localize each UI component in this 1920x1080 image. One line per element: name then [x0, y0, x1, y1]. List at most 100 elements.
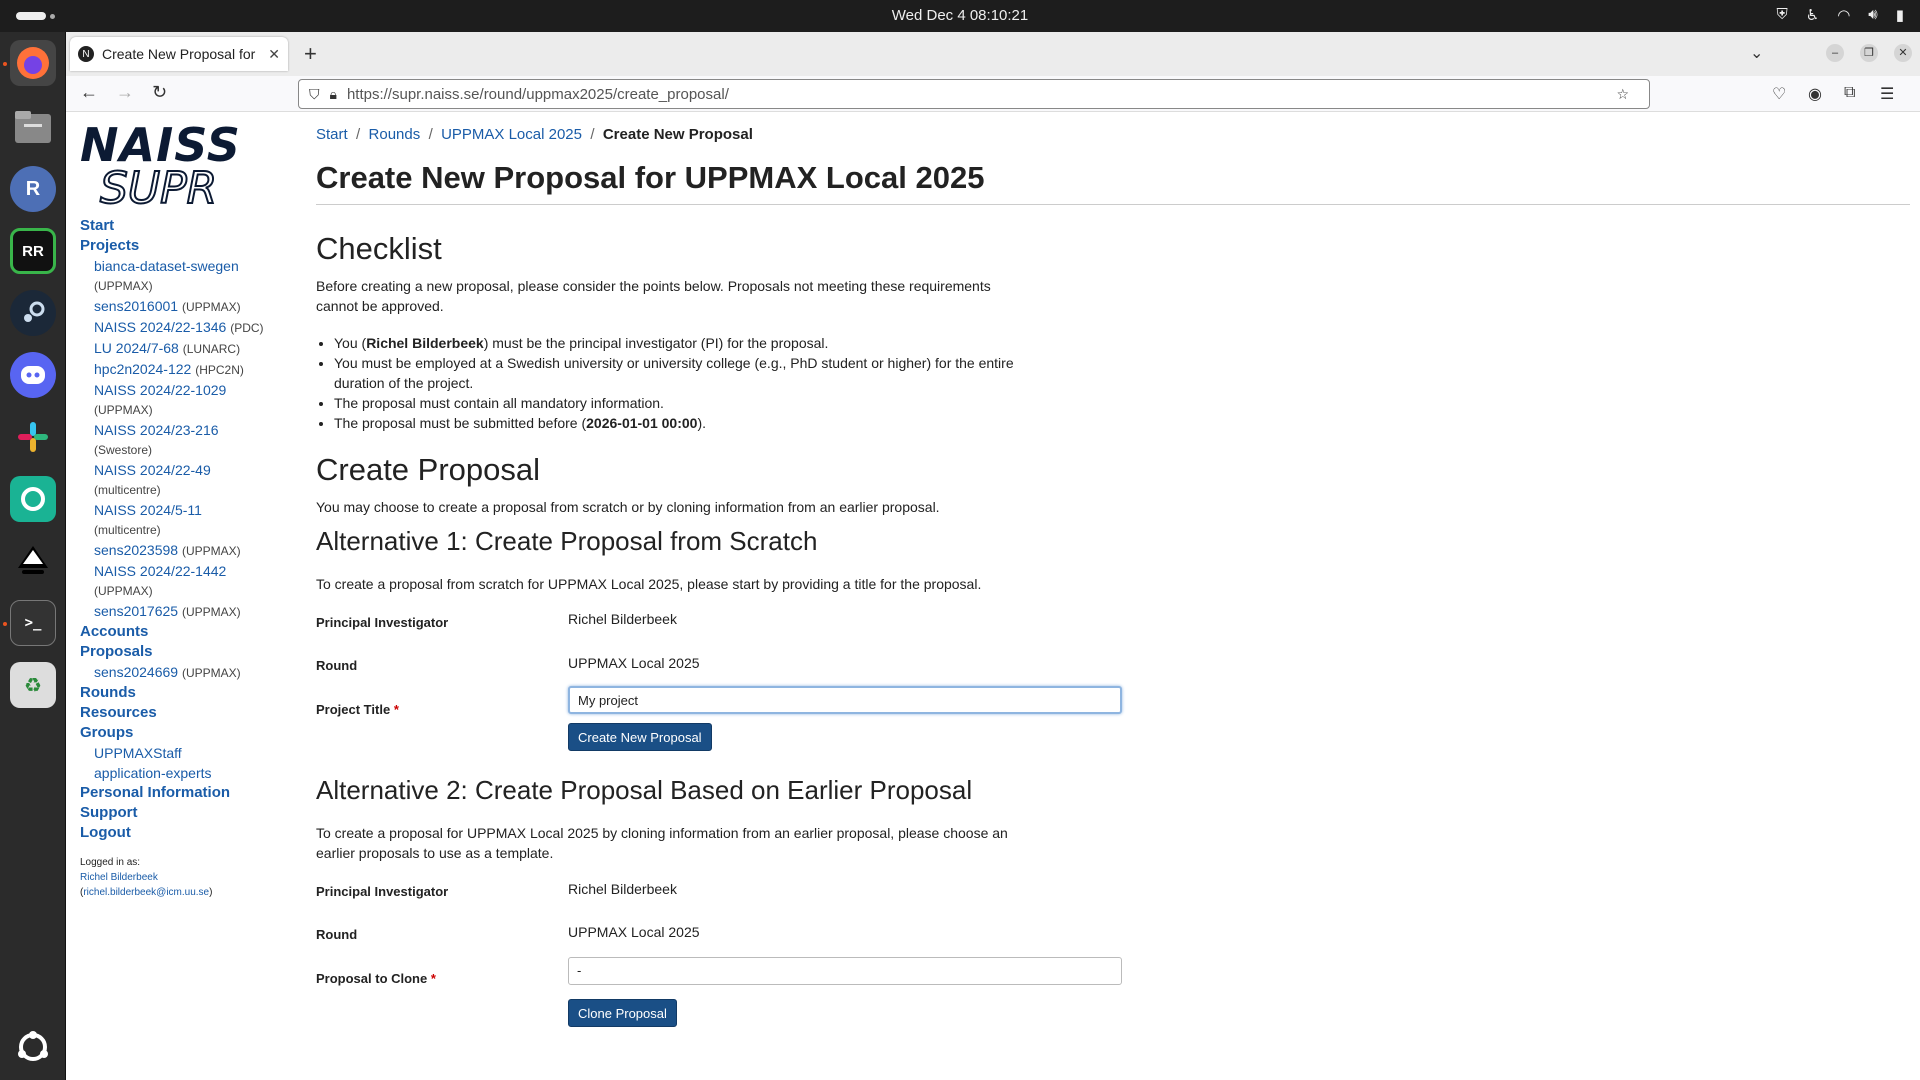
project-item[interactable]: NAISS 2024/22-1029 (UPPMAX)	[80, 380, 310, 420]
project-name-text[interactable]: NAISS 2024/22-1346	[94, 319, 226, 335]
breadcrumb-start[interactable]: Start	[316, 126, 348, 143]
project-name[interactable]: NAISS 2024/22-1442	[94, 561, 310, 581]
project-name[interactable]: NAISS 2024/22-1029	[94, 380, 310, 400]
sidebar-item-projects[interactable]: Projects	[80, 236, 310, 256]
project-name[interactable]: sens2017625 (UPPMAX)	[94, 601, 310, 622]
project-item[interactable]: NAISS 2024/22-1442 (UPPMAX)	[80, 561, 310, 601]
project-item[interactable]: bianca-dataset-swegen (UPPMAX)	[80, 256, 310, 296]
sidebar-item-logout[interactable]: Logout	[80, 823, 310, 843]
accessibility-icon[interactable]: ♿	[1806, 6, 1819, 24]
proposal-to-clone-label-text: Proposal to Clone	[316, 971, 428, 986]
sidebar-item-accounts[interactable]: Accounts	[80, 622, 310, 642]
proposal-item[interactable]: sens2024669 (UPPMAX)	[94, 662, 310, 683]
project-name[interactable]: sens2023598 (UPPMAX)	[94, 540, 310, 561]
project-item[interactable]: sens2017625 (UPPMAX)	[80, 601, 310, 622]
project-name[interactable]: NAISS 2024/5-11	[94, 500, 310, 520]
minimize-icon[interactable]: –	[1826, 44, 1844, 62]
group-item-application-experts[interactable]: application-experts	[94, 763, 310, 783]
battery-icon[interactable]: ▮	[1896, 6, 1904, 24]
alt1-round-value: UPPMAX Local 2025	[568, 655, 700, 671]
project-name[interactable]: LU 2024/7-68 (LUNARC)	[94, 338, 310, 359]
logged-in-user-link[interactable]: Richel Bilderbeek	[80, 870, 310, 885]
project-item[interactable]: NAISS 2024/22-49 (multicentre)	[80, 460, 310, 500]
sidebar-item-resources[interactable]: Resources	[80, 703, 310, 723]
project-name-text[interactable]: sens2023598	[94, 542, 178, 558]
breadcrumb-rounds[interactable]: Rounds	[369, 126, 421, 143]
group-item-uppmaxstaff[interactable]: UPPMAXStaff	[94, 743, 310, 763]
logged-in-label: Logged in as:	[80, 857, 141, 868]
shield-icon[interactable]: ⛨	[1776, 6, 1787, 24]
slack-icon[interactable]	[10, 414, 56, 460]
project-name-text[interactable]: sens2017625	[94, 603, 178, 619]
alt1-pi-label: Principal Investigator	[316, 615, 449, 630]
project-name[interactable]: bianca-dataset-swegen	[94, 256, 310, 276]
volume-icon[interactable]: 🔊︎	[1868, 6, 1877, 24]
create-new-proposal-button[interactable]: Create New Proposal	[568, 723, 712, 751]
project-name-text[interactable]: sens2016001	[94, 298, 178, 314]
sidebar-item-support[interactable]: Support	[80, 803, 310, 823]
url-text[interactable]: https://supr.naiss.se/round/uppmax2025/c…	[347, 86, 1616, 103]
project-item[interactable]: NAISS 2024/23-216 (Swestore)	[80, 420, 310, 460]
trash-icon[interactable]: ♻	[10, 662, 56, 708]
project-name[interactable]: hpc2n2024-122 (HPC2N)	[94, 359, 310, 380]
list-tabs-chevron-icon[interactable]: ⌄	[1750, 43, 1763, 63]
proposal-name[interactable]: sens2024669	[94, 664, 178, 680]
pocket-icon[interactable]: ♡	[1772, 84, 1786, 104]
sidebar-item-groups[interactable]: Groups	[80, 723, 310, 743]
lock-icon[interactable]: 🔒︎	[330, 86, 337, 103]
project-item[interactable]: sens2016001 (UPPMAX)	[80, 296, 310, 317]
files-icon[interactable]	[10, 104, 56, 150]
tab-title: Create New Proposal for	[102, 46, 256, 62]
forward-icon[interactable]: →	[116, 82, 134, 103]
restore-icon[interactable]: ❐	[1860, 44, 1878, 62]
back-icon[interactable]: ←	[80, 82, 98, 103]
project-item[interactable]: NAISS 2024/22-1346 (PDC)	[80, 317, 310, 338]
url-bar[interactable]: ⛉ 🔒︎ https://supr.naiss.se/round/uppmax2…	[298, 79, 1650, 109]
close-window-icon[interactable]: ✕	[1894, 44, 1912, 62]
project-name[interactable]: NAISS 2024/23-216	[94, 420, 310, 440]
project-item[interactable]: NAISS 2024/5-11 (multicentre)	[80, 500, 310, 540]
project-name-text[interactable]: LU 2024/7-68	[94, 340, 179, 356]
firefox-icon[interactable]	[10, 40, 56, 86]
project-title-input[interactable]	[568, 686, 1122, 714]
logged-in-email: (richel.bilderbeek@icm.uu.se)	[80, 887, 213, 898]
bookmark-star-icon[interactable]: ☆	[1616, 86, 1629, 103]
project-item[interactable]: sens2023598 (UPPMAX)	[80, 540, 310, 561]
close-tab-icon[interactable]: ✕	[268, 46, 280, 63]
logged-in-email-link[interactable]: richel.bilderbeek@icm.uu.se	[83, 887, 209, 898]
project-name[interactable]: NAISS 2024/22-49	[94, 460, 310, 480]
alt1-pi-value: Richel Bilderbeek	[568, 611, 677, 627]
system-tray[interactable]: ⛨ ♿ ◠ 🔊︎ ▮	[1776, 6, 1904, 24]
create-proposal-intro: You may choose to create a proposal from…	[316, 499, 940, 515]
inkscape-icon[interactable]	[10, 538, 56, 584]
reload-icon[interactable]: ↻	[152, 82, 167, 103]
menu-icon[interactable]: ☰	[1880, 84, 1894, 104]
new-tab-icon[interactable]: +	[304, 41, 317, 67]
discord-icon[interactable]	[10, 352, 56, 398]
naiss-supr-logo[interactable]: NAISS SUPR	[80, 122, 310, 212]
active-tab[interactable]: N Create New Proposal for ✕	[70, 37, 288, 71]
r-app-icon[interactable]: R	[10, 166, 56, 212]
breadcrumb-round[interactable]: UPPMAX Local 2025	[441, 126, 582, 143]
clock[interactable]: Wed Dec 4 08:10:21	[0, 7, 1920, 24]
rstudio-icon[interactable]: RR	[10, 228, 56, 274]
account-icon[interactable]: ◉	[1808, 84, 1822, 104]
proposal-to-clone-select[interactable]: -	[568, 957, 1122, 985]
terminal-icon[interactable]: >_	[10, 600, 56, 646]
extensions-icon[interactable]: ⧉	[1844, 84, 1855, 102]
sidebar-item-start[interactable]: Start	[80, 216, 310, 236]
gitkraken-icon[interactable]	[10, 476, 56, 522]
steam-icon[interactable]	[10, 290, 56, 336]
show-apps-icon[interactable]	[10, 1024, 56, 1070]
project-item[interactable]: LU 2024/7-68 (LUNARC)	[80, 338, 310, 359]
project-name[interactable]: NAISS 2024/22-1346 (PDC)	[94, 317, 310, 338]
project-item[interactable]: hpc2n2024-122 (HPC2N)	[80, 359, 310, 380]
sidebar-item-rounds[interactable]: Rounds	[80, 683, 310, 703]
wifi-icon[interactable]: ◠	[1837, 6, 1850, 24]
project-name[interactable]: sens2016001 (UPPMAX)	[94, 296, 310, 317]
tracking-shield-icon[interactable]: ⛉	[309, 86, 320, 103]
project-name-text[interactable]: hpc2n2024-122	[94, 361, 191, 377]
sidebar-item-personal-information[interactable]: Personal Information	[80, 783, 310, 803]
sidebar-item-proposals[interactable]: Proposals	[80, 642, 310, 662]
clone-proposal-button[interactable]: Clone Proposal	[568, 999, 677, 1027]
